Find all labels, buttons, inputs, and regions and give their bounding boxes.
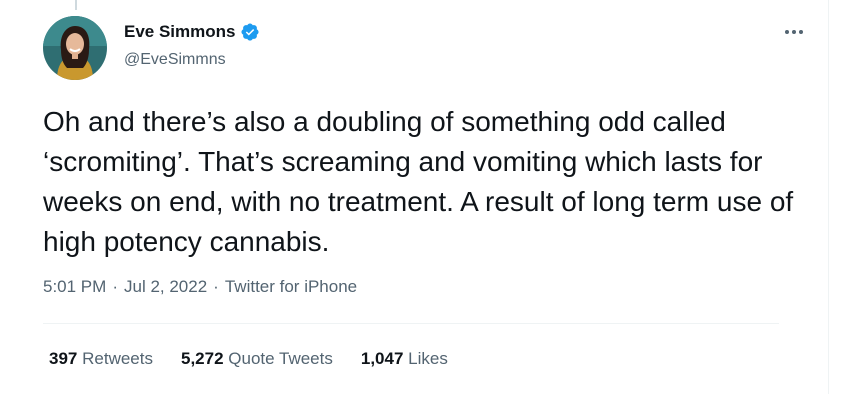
tweet-source[interactable]: Twitter for iPhone (225, 277, 357, 297)
author-handle[interactable]: @EveSimmns (124, 51, 226, 69)
tweet-timestamp-time[interactable]: 5:01 PM (43, 277, 106, 297)
quote-tweets-label: Quote Tweets (228, 349, 333, 368)
likes-label: Likes (408, 349, 448, 368)
quote-tweets-stat[interactable]: 5,272 Quote Tweets (181, 349, 333, 369)
likes-stat[interactable]: 1,047 Likes (361, 349, 448, 369)
likes-count: 1,047 (360, 349, 404, 368)
retweets-stat[interactable]: 397 Retweets (49, 349, 153, 369)
tweet-card: Eve Simmons @EveSimmns Oh and there’s al… (0, 0, 829, 394)
retweets-label: Retweets (82, 349, 153, 368)
more-options-icon[interactable] (780, 22, 808, 42)
meta-separator: · (213, 277, 219, 296)
meta-separator: · (112, 277, 118, 296)
author-display-name[interactable]: Eve Simmons (124, 22, 236, 42)
avatar[interactable] (43, 16, 107, 80)
tweet-meta: 5:01 PM · Jul 2, 2022 · Twitter for iPho… (43, 277, 357, 297)
retweets-count: 397 (49, 349, 78, 368)
verified-badge-icon (240, 22, 260, 42)
tweet-timestamp-date[interactable]: Jul 2, 2022 (124, 277, 207, 297)
divider (43, 323, 779, 324)
thread-connector-line (75, 0, 77, 10)
tweet-text: Oh and there’s also a doubling of someth… (43, 106, 794, 257)
tweet-stats: 397 Retweets 5,272 Quote Tweets 1,047 Li… (49, 349, 448, 369)
quote-tweets-count: 5,272 (180, 349, 224, 368)
